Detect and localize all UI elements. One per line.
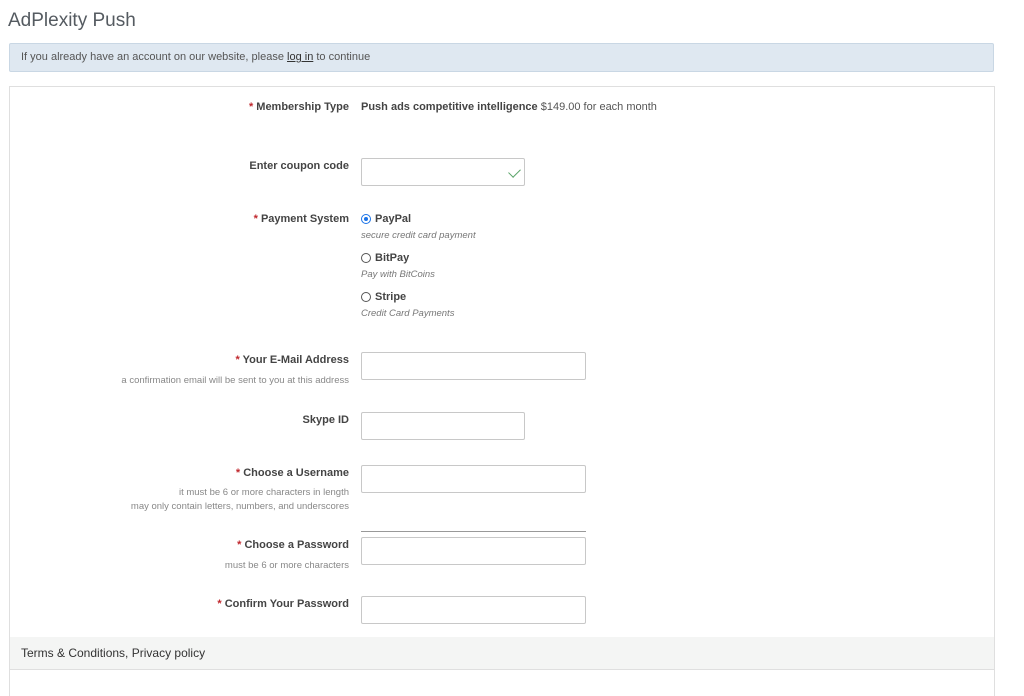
login-link[interactable]: log in: [287, 51, 313, 63]
password-label: * Choose a Password: [237, 539, 349, 551]
notice-text-before: If you already have an account on our we…: [21, 51, 284, 63]
password-strength-divider: [361, 531, 586, 532]
terms-separator: ,: [125, 646, 129, 660]
password-hint: must be 6 or more characters: [224, 560, 349, 571]
radio-icon[interactable]: [361, 292, 371, 302]
page-title: AdPlexity Push: [8, 10, 136, 31]
terms-bar: Terms & Conditions, Privacy policy: [10, 637, 994, 670]
login-notice: If you already have an account on our we…: [9, 43, 994, 72]
payment-option-name: Stripe: [375, 291, 407, 303]
privacy-link[interactable]: Privacy policy: [132, 646, 205, 660]
radio-selected-icon[interactable]: [361, 214, 371, 224]
email-label: * Your E-Mail Address: [235, 354, 350, 366]
confirm-password-field[interactable]: [361, 596, 586, 624]
payment-label: * Payment System: [253, 213, 349, 225]
required-mark: *: [248, 101, 254, 113]
payment-option-name: BitPay: [375, 252, 410, 264]
membership-label: * Membership Type: [248, 101, 349, 113]
username-hint-chars: may only contain letters, numbers, and u…: [130, 501, 349, 512]
payment-option-desc: secure credit card payment: [361, 230, 476, 241]
coupon-label: Enter coupon code: [249, 160, 349, 172]
membership-product: Push ads competitive intelligence: [361, 101, 538, 113]
payment-option-desc: Credit Card Payments: [361, 308, 455, 319]
username-label: * Choose a Username: [235, 467, 349, 479]
radio-icon[interactable]: [361, 253, 371, 263]
membership-price: $149.00 for each month: [540, 101, 657, 113]
email-hint: a confirmation email will be sent to you…: [121, 375, 349, 386]
terms-link[interactable]: Terms & Conditions: [21, 646, 125, 660]
check-icon: [508, 165, 521, 178]
payment-option-desc: Pay with BitCoins: [361, 269, 435, 280]
skype-label: Skype ID: [302, 414, 349, 426]
payment-option-name: PayPal: [375, 213, 412, 225]
membership-value: Push ads competitive intelligence $149.0…: [361, 101, 657, 113]
terms-text: Terms & Conditions, Privacy policy: [21, 646, 205, 660]
confirm-label: * Confirm Your Password: [217, 598, 349, 610]
coupon-input[interactable]: [361, 158, 525, 186]
skype-field[interactable]: [361, 412, 525, 440]
password-field[interactable]: [361, 537, 586, 565]
notice-text-after: to continue: [316, 51, 371, 63]
email-field[interactable]: [361, 352, 586, 380]
username-hint-length: it must be 6 or more characters in lengt…: [178, 487, 349, 498]
username-field[interactable]: [361, 465, 586, 493]
signup-form: * Membership Type Push ads competitive i…: [9, 86, 995, 696]
